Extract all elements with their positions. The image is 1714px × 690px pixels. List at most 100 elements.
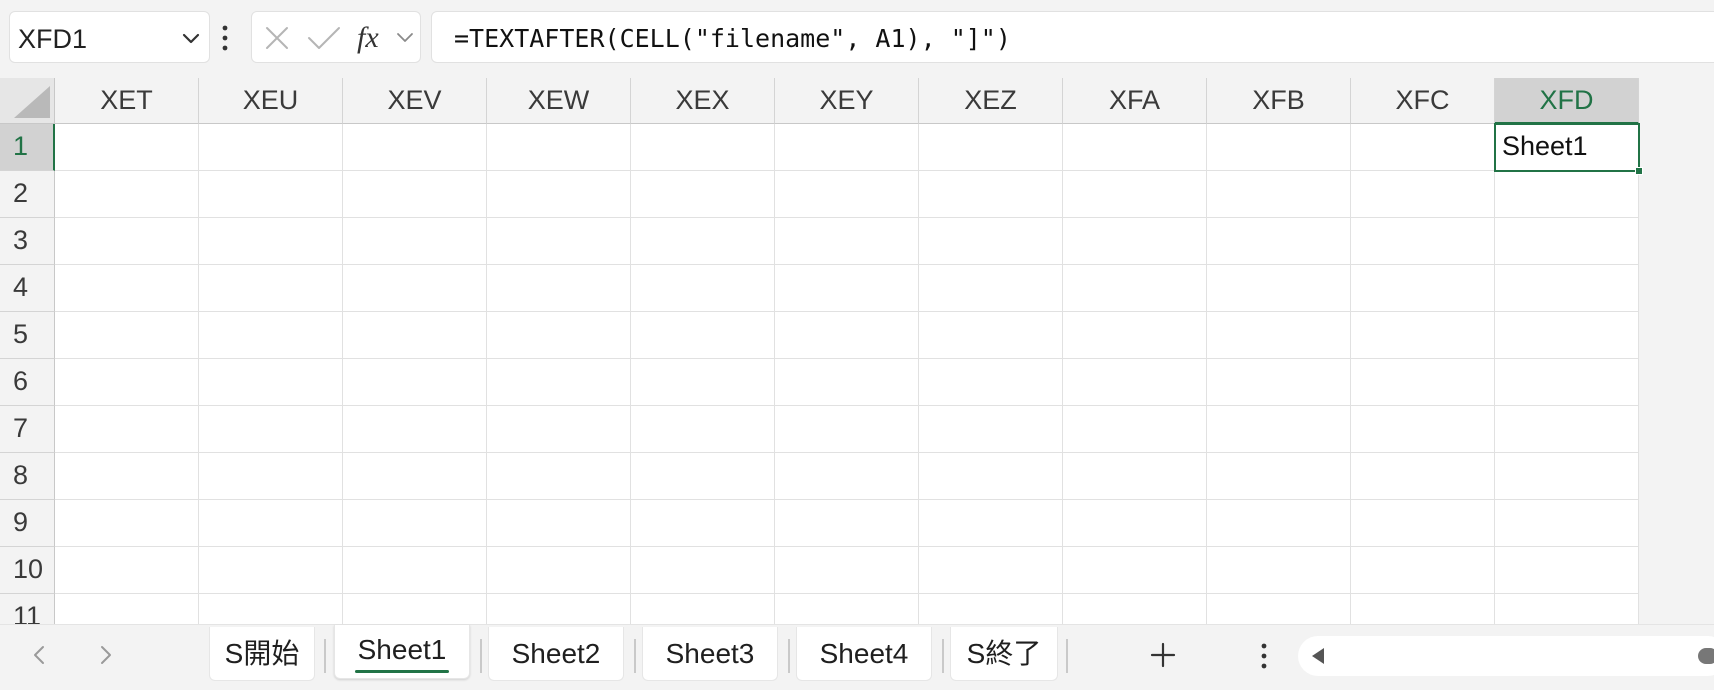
row-header[interactable]: 6	[0, 359, 55, 406]
grid-cell[interactable]	[1063, 171, 1207, 218]
grid-cell[interactable]	[631, 359, 775, 406]
grid-cell[interactable]	[631, 265, 775, 312]
column-header[interactable]: XEV	[343, 78, 487, 124]
grid-cell[interactable]	[487, 171, 631, 218]
grid-cell[interactable]	[1351, 265, 1495, 312]
more-vertical-icon[interactable]	[1260, 643, 1268, 669]
grid-cell[interactable]	[199, 218, 343, 265]
grid-cell[interactable]	[1063, 218, 1207, 265]
grid-cell[interactable]	[631, 500, 775, 547]
row-header[interactable]: 2	[0, 171, 55, 218]
cancel-x-icon[interactable]	[264, 25, 290, 51]
grid-cell[interactable]	[55, 359, 199, 406]
grid-cell[interactable]	[1063, 265, 1207, 312]
column-header[interactable]: XEZ	[919, 78, 1063, 124]
scroll-thumb[interactable]	[1698, 648, 1714, 664]
row-header[interactable]: 11	[0, 594, 55, 624]
active-cell[interactable]: Sheet1	[1494, 123, 1643, 175]
formula-text[interactable]: =TEXTAFTER(CELL("filename", A1), "]")	[454, 24, 1011, 53]
grid-cell[interactable]	[1207, 312, 1351, 359]
grid-cell[interactable]	[1351, 594, 1495, 624]
grid-cell[interactable]	[775, 594, 919, 624]
grid-cell[interactable]	[1207, 218, 1351, 265]
grid-cell[interactable]	[487, 547, 631, 594]
grid-cell[interactable]	[487, 218, 631, 265]
column-header[interactable]: XEW	[487, 78, 631, 124]
column-header[interactable]: XEU	[199, 78, 343, 124]
row-header[interactable]: 7	[0, 406, 55, 453]
grid-cell[interactable]	[1063, 312, 1207, 359]
grid-cell[interactable]	[1495, 265, 1639, 312]
grid-cell[interactable]	[1351, 547, 1495, 594]
grid-cell[interactable]	[919, 265, 1063, 312]
more-vertical-icon[interactable]	[221, 24, 229, 52]
sheet-tab[interactable]: S終了	[950, 627, 1058, 681]
grid-cell[interactable]	[1063, 547, 1207, 594]
grid-cell[interactable]	[631, 406, 775, 453]
grid-cell[interactable]	[1207, 594, 1351, 624]
chevron-left-icon[interactable]	[28, 643, 52, 667]
chevron-down-icon[interactable]	[395, 27, 415, 47]
column-header[interactable]: XEX	[631, 78, 775, 124]
grid-cell[interactable]	[487, 500, 631, 547]
grid-cell[interactable]	[199, 359, 343, 406]
grid-cell[interactable]	[919, 406, 1063, 453]
grid-cell[interactable]	[1351, 406, 1495, 453]
row-header[interactable]: 4	[0, 265, 55, 312]
chevron-down-icon[interactable]	[179, 26, 203, 50]
grid-cell[interactable]	[343, 500, 487, 547]
grid-cell[interactable]	[775, 312, 919, 359]
row-header[interactable]: 9	[0, 500, 55, 547]
grid-cell[interactable]	[919, 594, 1063, 624]
grid-cell[interactable]	[343, 453, 487, 500]
row-header[interactable]: 8	[0, 453, 55, 500]
grid-cell[interactable]	[631, 547, 775, 594]
grid-cell[interactable]	[919, 312, 1063, 359]
grid-cell[interactable]	[343, 359, 487, 406]
grid-cell[interactable]	[1063, 500, 1207, 547]
grid-cell[interactable]	[199, 453, 343, 500]
sheet-tab[interactable]: Sheet3	[642, 627, 778, 681]
grid-cell[interactable]	[55, 171, 199, 218]
grid-cell[interactable]	[1063, 453, 1207, 500]
grid-cell[interactable]	[55, 124, 199, 171]
row-header[interactable]: 5	[0, 312, 55, 359]
horizontal-scrollbar[interactable]	[1298, 636, 1714, 676]
grid-cell[interactable]	[1063, 359, 1207, 406]
column-header[interactable]: XFA	[1063, 78, 1207, 124]
grid-cell[interactable]	[775, 171, 919, 218]
grid-cell[interactable]	[1207, 124, 1351, 171]
column-header[interactable]: XET	[55, 78, 199, 124]
grid-cell[interactable]	[775, 500, 919, 547]
grid-cell[interactable]	[487, 124, 631, 171]
sheet-tab[interactable]: Sheet2	[488, 627, 624, 681]
grid-cell[interactable]	[1207, 265, 1351, 312]
select-all-corner[interactable]	[0, 78, 55, 124]
grid-cell[interactable]	[199, 124, 343, 171]
sheet-tab[interactable]: S開始	[209, 627, 315, 681]
grid-cell[interactable]	[199, 406, 343, 453]
grid-cell[interactable]	[487, 594, 631, 624]
grid-cell[interactable]	[1351, 453, 1495, 500]
fill-handle[interactable]	[1635, 167, 1643, 175]
grid-cell[interactable]	[55, 453, 199, 500]
grid-cell[interactable]	[199, 500, 343, 547]
grid-cell[interactable]	[199, 547, 343, 594]
name-box-value[interactable]: XFD1	[18, 24, 87, 55]
grid-cell[interactable]	[631, 218, 775, 265]
scroll-left-icon[interactable]	[1310, 647, 1326, 665]
grid-cell[interactable]	[1063, 594, 1207, 624]
chevron-right-icon[interactable]	[93, 643, 117, 667]
grid-cell[interactable]	[343, 265, 487, 312]
cell-area[interactable]: Sheet1	[55, 123, 1643, 624]
grid-cell[interactable]	[631, 453, 775, 500]
grid-cell[interactable]	[631, 171, 775, 218]
plus-icon[interactable]	[1147, 639, 1179, 671]
grid-cell[interactable]	[1207, 453, 1351, 500]
sheet-tab[interactable]: Sheet4	[796, 627, 932, 681]
grid-cell[interactable]	[775, 218, 919, 265]
column-header[interactable]: XFC	[1351, 78, 1495, 124]
grid-cell[interactable]	[55, 547, 199, 594]
grid-cell[interactable]	[1495, 547, 1639, 594]
grid-cell[interactable]	[919, 124, 1063, 171]
